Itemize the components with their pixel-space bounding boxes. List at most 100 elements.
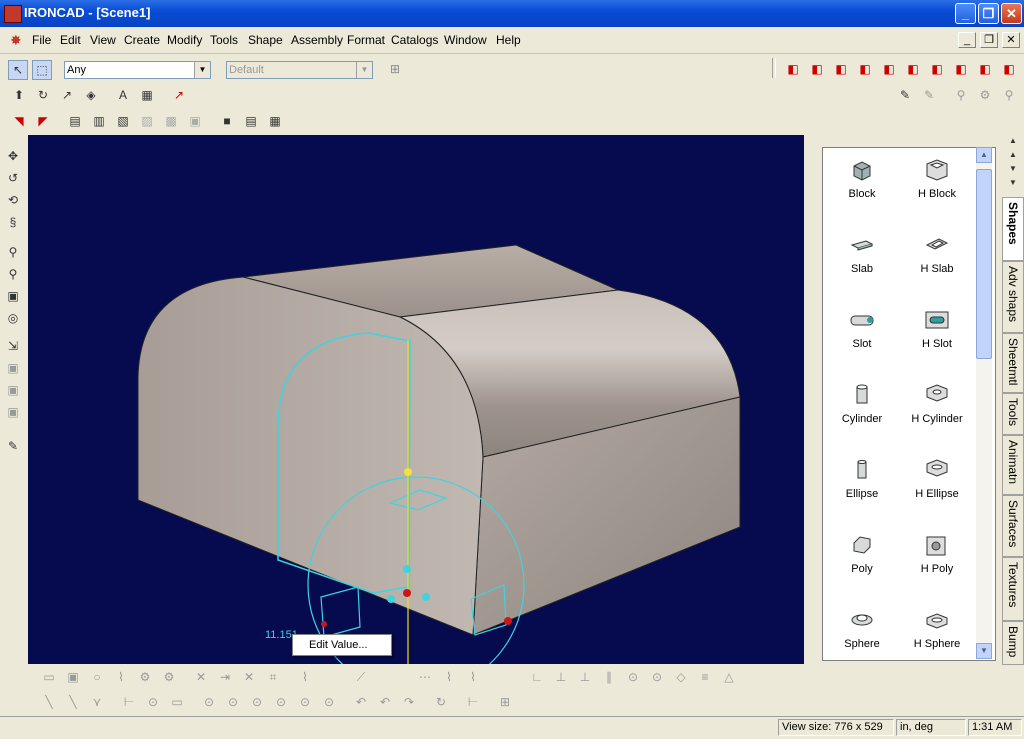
- sketch-tool-icon[interactable]: ◇: [672, 668, 690, 686]
- assembly-tree-icon[interactable]: ⊞: [386, 60, 404, 78]
- catalog-item-cylinder[interactable]: Cylinder: [823, 383, 901, 425]
- tab-sheetmtl[interactable]: Sheetmtl: [1002, 333, 1024, 393]
- catalog-item-poly[interactable]: Poly: [823, 533, 901, 575]
- menu-shape[interactable]: Shape: [248, 33, 283, 47]
- sketch-tool-icon[interactable]: ⊥: [552, 668, 570, 686]
- sketch-tool-icon[interactable]: ○: [88, 668, 106, 686]
- spin-view-icon[interactable]: ⟲: [4, 191, 22, 209]
- face-offset-icon[interactable]: ▩: [162, 112, 180, 130]
- scroll-up-icon[interactable]: ▲: [976, 147, 992, 163]
- menu-tools[interactable]: Tools: [210, 33, 238, 47]
- tab-prev-icon[interactable]: ▲: [1004, 149, 1022, 161]
- custom-feature-icon[interactable]: ▦: [138, 86, 156, 104]
- sketch-tool-icon[interactable]: ↶: [376, 693, 394, 711]
- handle-red-3[interactable]: [321, 621, 327, 627]
- sketch-tool-icon[interactable]: ∟: [528, 668, 546, 686]
- handle-red-2[interactable]: [504, 617, 512, 625]
- camera-target-icon[interactable]: ▣: [4, 381, 22, 399]
- sketch-tool-icon[interactable]: ╲: [64, 693, 82, 711]
- view-custom-icon[interactable]: ◧: [1000, 60, 1018, 78]
- sketch-tool-icon[interactable]: ⊙: [624, 668, 642, 686]
- boolean-union-icon[interactable]: ■: [218, 112, 236, 130]
- doc-close-button[interactable]: ✕: [1002, 32, 1020, 48]
- menu-catalogs[interactable]: Catalogs: [391, 33, 438, 47]
- tab-adv-shaps[interactable]: Adv shaps: [1002, 261, 1024, 333]
- handle-cyan-3[interactable]: [422, 593, 430, 601]
- menu-window[interactable]: Window: [444, 33, 487, 47]
- catalog-item-h-slot[interactable]: H Slot: [898, 308, 976, 350]
- sketch-tool-icon[interactable]: ✕: [240, 668, 258, 686]
- shell-icon[interactable]: ▤: [66, 112, 84, 130]
- view-front-icon[interactable]: ◧: [784, 60, 802, 78]
- view-left-icon[interactable]: ◧: [832, 60, 850, 78]
- sketch-tool-icon[interactable]: ⋯: [416, 668, 434, 686]
- doc-restore-button[interactable]: ❐: [980, 32, 998, 48]
- catalog-item-h-ellipse[interactable]: H Ellipse: [898, 458, 976, 500]
- sketch-tool-icon[interactable]: ⇥: [216, 668, 234, 686]
- boolean-intersect-icon[interactable]: ▦: [266, 112, 284, 130]
- view-trimetric-icon[interactable]: ◧: [976, 60, 994, 78]
- menu-help[interactable]: Help: [496, 33, 521, 47]
- sketch-tool-icon[interactable]: ⊙: [272, 693, 290, 711]
- roll-icon[interactable]: §: [4, 213, 22, 231]
- sketch-tool-icon[interactable]: ⊞: [496, 693, 514, 711]
- tab-textures[interactable]: Textures: [1002, 557, 1024, 621]
- sketch-tool-icon[interactable]: ⊢: [120, 693, 138, 711]
- chevron-down-icon[interactable]: ▼: [194, 62, 210, 78]
- sketch-tool-icon[interactable]: ⊙: [296, 693, 314, 711]
- extrude-icon[interactable]: ⬆: [10, 86, 28, 104]
- maximize-button[interactable]: ❐: [978, 3, 999, 24]
- select-box-icon[interactable]: ⬚: [32, 60, 52, 80]
- sweep-icon[interactable]: ↗: [58, 86, 76, 104]
- catalog-item-h-slab[interactable]: H Slab: [898, 233, 976, 275]
- chamfer-icon[interactable]: ◤: [34, 112, 52, 130]
- sketch-tool-icon[interactable]: ⊙: [248, 693, 266, 711]
- pan-icon[interactable]: ✥: [4, 147, 22, 165]
- catalog-item-slot[interactable]: Slot: [823, 308, 901, 350]
- view-bottom-icon[interactable]: ◧: [904, 60, 922, 78]
- tab-bump[interactable]: Bump: [1002, 621, 1024, 665]
- sketch-tool-icon[interactable]: ↶: [352, 693, 370, 711]
- doc-minimize-button[interactable]: _: [958, 32, 976, 48]
- sketch-tool-icon[interactable]: ⚙: [160, 668, 178, 686]
- split-icon[interactable]: ▧: [114, 112, 132, 130]
- catalog-item-h-poly[interactable]: H Poly: [898, 533, 976, 575]
- apply-style-icon[interactable]: ✎: [920, 86, 938, 104]
- sketch-tool-icon[interactable]: ↻: [432, 693, 450, 711]
- tab-first-icon[interactable]: ▲: [1004, 135, 1022, 147]
- look-at-icon[interactable]: ◎: [4, 309, 22, 327]
- sketch-tool-icon[interactable]: ▭: [168, 693, 186, 711]
- catalog-scrollbar[interactable]: ▲ ▼: [976, 147, 992, 659]
- view-back-icon[interactable]: ◧: [808, 60, 826, 78]
- plane-handle-left[interactable]: [320, 586, 361, 638]
- sketch-tool-icon[interactable]: ⌗: [264, 668, 282, 686]
- fit-view-icon[interactable]: ▣: [4, 287, 22, 305]
- sketch-tool-icon[interactable]: ∥: [600, 668, 618, 686]
- scene-viewport[interactable]: 11.151: [28, 135, 804, 664]
- catalog-item-slab[interactable]: Slab: [823, 233, 901, 275]
- menu-view[interactable]: View: [90, 33, 116, 47]
- zoom-icon[interactable]: ⚲: [4, 243, 22, 261]
- view-dimetric-icon[interactable]: ◧: [952, 60, 970, 78]
- tab-tools[interactable]: Tools: [1002, 393, 1024, 435]
- menu-format[interactable]: Format: [347, 33, 385, 47]
- sketch-tool-icon[interactable]: ⌇: [440, 668, 458, 686]
- tab-next-icon[interactable]: ▼: [1004, 163, 1022, 175]
- sketch-tool-icon[interactable]: ╲: [40, 693, 58, 711]
- sketch-tool-icon[interactable]: ⌇: [112, 668, 130, 686]
- scene-canvas[interactable]: 11.151: [28, 135, 804, 664]
- sketch-tool-icon[interactable]: ⊙: [320, 693, 338, 711]
- sketch-icon[interactable]: ✎: [4, 437, 22, 455]
- sketch-tool-icon[interactable]: ↷: [400, 693, 418, 711]
- handle-yellow[interactable]: [404, 468, 412, 476]
- minimize-button[interactable]: _: [955, 3, 976, 24]
- handle-cyan-2[interactable]: [387, 595, 395, 603]
- sketch-tool-icon[interactable]: ▣: [64, 668, 82, 686]
- sketch-tool-icon[interactable]: ⟋: [352, 668, 370, 686]
- orbit-icon[interactable]: ↺: [4, 169, 22, 187]
- catalog-item-h-cylinder[interactable]: H Cylinder: [898, 383, 976, 425]
- document-icon[interactable]: ✸: [10, 32, 26, 48]
- view-right-icon[interactable]: ◧: [856, 60, 874, 78]
- close-button[interactable]: ✕: [1001, 3, 1022, 24]
- select-arrow-icon[interactable]: ↖: [8, 60, 28, 80]
